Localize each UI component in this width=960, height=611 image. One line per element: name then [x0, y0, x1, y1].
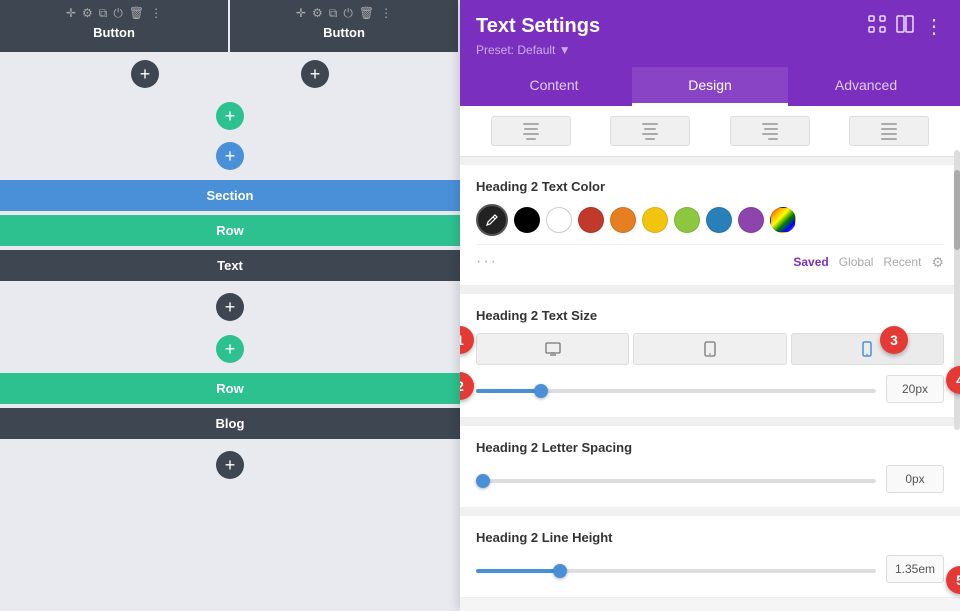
text-size-slider[interactable]	[476, 389, 876, 393]
power-icon[interactable]: ⏻	[113, 6, 123, 21]
color-swatch-purple[interactable]	[738, 207, 764, 233]
builder-button-block-right: ✛ ⚙ ⧉ ⏻ 🗑 ⋮ Button	[230, 0, 460, 52]
settings-header: Text Settings ⋮	[460, 0, 960, 106]
align-right-btn[interactable]	[730, 116, 810, 146]
power-icon-r[interactable]: ⏻	[343, 6, 353, 21]
letter-spacing-section: Heading 2 Letter Spacing 0px	[460, 426, 960, 508]
text-color-title: Heading 2 Text Color	[476, 179, 944, 194]
button-label-left: Button	[93, 25, 135, 40]
settings-icon-r[interactable]: ⚙	[312, 6, 323, 21]
color-swatch-red[interactable]	[578, 207, 604, 233]
toolbar-icons-left: ✛ ⚙ ⧉ ⏻ 🗑 ⋮	[0, 6, 228, 21]
annotation-2: 2	[460, 372, 474, 400]
text-bar[interactable]: Text	[0, 250, 460, 281]
letter-spacing-slider[interactable]	[476, 479, 876, 483]
settings-header-top: Text Settings ⋮	[476, 14, 944, 39]
text-size-title: Heading 2 Text Size	[476, 308, 944, 323]
annotation-1: 1	[460, 326, 474, 354]
letter-spacing-value[interactable]: 0px	[886, 465, 944, 493]
align-justify-btn[interactable]	[849, 116, 929, 146]
align-left-btn[interactable]	[491, 116, 571, 146]
copy-icon-r[interactable]: ⧉	[329, 6, 338, 21]
more-icon-r[interactable]: ⋮	[380, 6, 392, 21]
add-circle-dark[interactable]: +	[131, 60, 159, 88]
annotation-3: 3	[880, 326, 908, 354]
line-height-value[interactable]: 1.35em	[886, 555, 944, 583]
move-icon-r[interactable]: ✛	[296, 6, 306, 21]
section-divider-1	[460, 157, 960, 165]
add-circle-blog[interactable]: +	[216, 451, 244, 479]
add-circle-blue[interactable]: +	[216, 142, 244, 170]
color-picker-btn[interactable]	[476, 204, 508, 236]
section-bar[interactable]: Section	[0, 180, 460, 211]
line-height-slider-row: 1.35em	[476, 555, 944, 583]
add-circle-dark2[interactable]: +	[301, 60, 329, 88]
section-divider-2	[460, 286, 960, 294]
settings-title: Text Settings	[476, 15, 600, 38]
toolbar-icons-right: ✛ ⚙ ⧉ ⏻ 🗑 ⋮	[230, 6, 458, 21]
line-height-slider[interactable]	[476, 569, 876, 573]
blog-bar[interactable]: Blog	[0, 408, 460, 439]
align-row	[460, 106, 960, 157]
line-height-title: Heading 2 Line Height	[476, 530, 944, 545]
move-icon[interactable]: ✛	[66, 6, 76, 21]
row-bar-bottom[interactable]: Row	[0, 373, 460, 404]
trash-icon[interactable]: 🗑	[129, 6, 144, 21]
align-center-btn[interactable]	[610, 116, 690, 146]
color-swatch-rainbow[interactable]	[770, 207, 796, 233]
builder-button-block-left: ✛ ⚙ ⧉ ⏻ 🗑 ⋮ Button	[0, 0, 230, 52]
focus-icon[interactable]	[868, 15, 886, 38]
row-bar-top[interactable]: Row	[0, 215, 460, 246]
color-swatch-green[interactable]	[674, 207, 700, 233]
annotation-4: 4	[946, 366, 960, 394]
more-icon[interactable]: ⋮	[150, 6, 162, 21]
annotation-5: 5	[946, 566, 960, 594]
section-divider-4	[460, 508, 960, 516]
device-tab-tablet[interactable]	[633, 333, 786, 365]
device-tab-desktop[interactable]	[476, 333, 629, 365]
saved-dots: ···	[476, 253, 498, 271]
global-label[interactable]: Global	[839, 255, 874, 269]
tab-design[interactable]: Design	[632, 67, 788, 106]
more-vertical-icon[interactable]: ⋮	[924, 14, 944, 39]
settings-body: Heading 2 Text Color	[460, 106, 960, 611]
add-circle-text[interactable]: +	[216, 293, 244, 321]
device-tabs	[476, 333, 944, 365]
settings-tabs: Content Design Advanced	[476, 67, 944, 106]
tab-content[interactable]: Content	[476, 67, 632, 106]
recent-label[interactable]: Recent	[883, 255, 921, 269]
add-circle-green[interactable]: +	[216, 102, 244, 130]
builder-panel: ✛ ⚙ ⧉ ⏻ 🗑 ⋮ Button ✛ ⚙ ⧉ ⏻ 🗑 ⋮ Button + …	[0, 0, 460, 611]
saved-row: ··· Saved Global Recent ⚙	[476, 244, 944, 271]
color-swatch-yellow[interactable]	[642, 207, 668, 233]
split-icon[interactable]	[896, 15, 914, 38]
color-palette	[476, 204, 944, 236]
line-height-section: Heading 2 Line Height 1.35em 5	[460, 516, 960, 598]
gear-settings-icon[interactable]: ⚙	[931, 254, 944, 271]
builder-top-row: ✛ ⚙ ⧉ ⏻ 🗑 ⋮ Button ✛ ⚙ ⧉ ⏻ 🗑 ⋮ Button	[0, 0, 460, 52]
color-swatch-black[interactable]	[514, 207, 540, 233]
preset-label[interactable]: Preset: Default ▼	[476, 43, 944, 57]
color-swatch-blue[interactable]	[706, 207, 732, 233]
text-color-section: Heading 2 Text Color	[460, 165, 960, 286]
scroll-thumb[interactable]	[954, 170, 960, 250]
settings-icon[interactable]: ⚙	[82, 6, 93, 21]
letter-spacing-title: Heading 2 Letter Spacing	[476, 440, 944, 455]
settings-header-icons: ⋮	[868, 14, 944, 39]
color-swatch-orange[interactable]	[610, 207, 636, 233]
text-size-section: Heading 2 Text Size	[460, 294, 960, 418]
add-circle-text-green[interactable]: +	[216, 335, 244, 363]
settings-panel: Text Settings ⋮	[460, 0, 960, 611]
device-tab-phone[interactable]	[791, 333, 944, 365]
tab-advanced[interactable]: Advanced	[788, 67, 944, 106]
text-size-value[interactable]: 20px	[886, 375, 944, 403]
section-divider-3	[460, 418, 960, 426]
copy-icon[interactable]: ⧉	[99, 6, 108, 21]
letter-spacing-slider-row: 0px	[476, 465, 944, 493]
button-label-right: Button	[323, 25, 365, 40]
saved-label[interactable]: Saved	[793, 255, 828, 269]
color-swatch-white[interactable]	[546, 207, 572, 233]
trash-icon-r[interactable]: 🗑	[359, 6, 374, 21]
text-size-slider-row: 20px	[476, 375, 944, 403]
